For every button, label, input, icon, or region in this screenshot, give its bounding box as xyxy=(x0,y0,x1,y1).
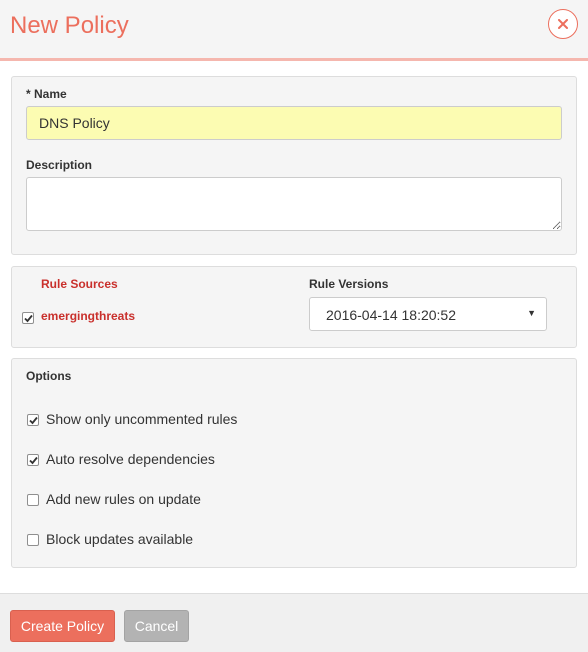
general-panel: * Name Description xyxy=(11,76,577,255)
dialog-title: New Policy xyxy=(10,12,129,39)
option-label-show-uncommented: Show only uncommented rules xyxy=(46,411,238,427)
option-checkbox-add-new-rules[interactable] xyxy=(27,494,39,506)
option-label-add-new-rules: Add new rules on update xyxy=(46,491,201,507)
checkmark-icon xyxy=(24,314,33,323)
rule-version-select[interactable]: 2016-04-14 18:20:52 ▼ xyxy=(309,297,547,331)
checkmark-icon xyxy=(29,416,38,425)
option-checkbox-block-updates[interactable] xyxy=(27,534,39,546)
caret-down-icon: ▼ xyxy=(527,308,536,318)
name-input[interactable] xyxy=(26,106,562,140)
rules-panel: Rule Sources Rule Versions emergingthrea… xyxy=(11,266,577,348)
dialog-footer: Create Policy Cancel xyxy=(0,593,588,652)
option-label-block-updates: Block updates available xyxy=(46,531,194,547)
rule-sources-header: Rule Sources xyxy=(41,277,118,291)
rule-source-checkbox[interactable] xyxy=(22,312,34,324)
option-label-auto-resolve: Auto resolve dependencies xyxy=(46,451,215,467)
rule-version-value: 2016-04-14 18:20:52 xyxy=(326,307,456,323)
rule-source-name: emergingthreats xyxy=(41,309,136,323)
close-button[interactable] xyxy=(548,9,578,39)
cancel-button[interactable]: Cancel xyxy=(124,610,189,642)
description-input[interactable] xyxy=(26,177,562,231)
name-label: * Name xyxy=(26,87,67,101)
option-checkbox-auto-resolve[interactable] xyxy=(27,454,39,466)
option-checkbox-show-uncommented[interactable] xyxy=(27,414,39,426)
dialog-header: New Policy xyxy=(0,0,588,58)
checkmark-icon xyxy=(29,456,38,465)
create-policy-button[interactable]: Create Policy xyxy=(10,610,115,642)
description-label: Description xyxy=(26,158,93,172)
options-header: Options xyxy=(26,369,72,383)
rule-versions-header: Rule Versions xyxy=(309,277,389,291)
close-icon xyxy=(558,19,568,29)
options-panel: Options Show only uncommented rules Auto… xyxy=(11,358,577,568)
header-divider xyxy=(0,58,588,61)
